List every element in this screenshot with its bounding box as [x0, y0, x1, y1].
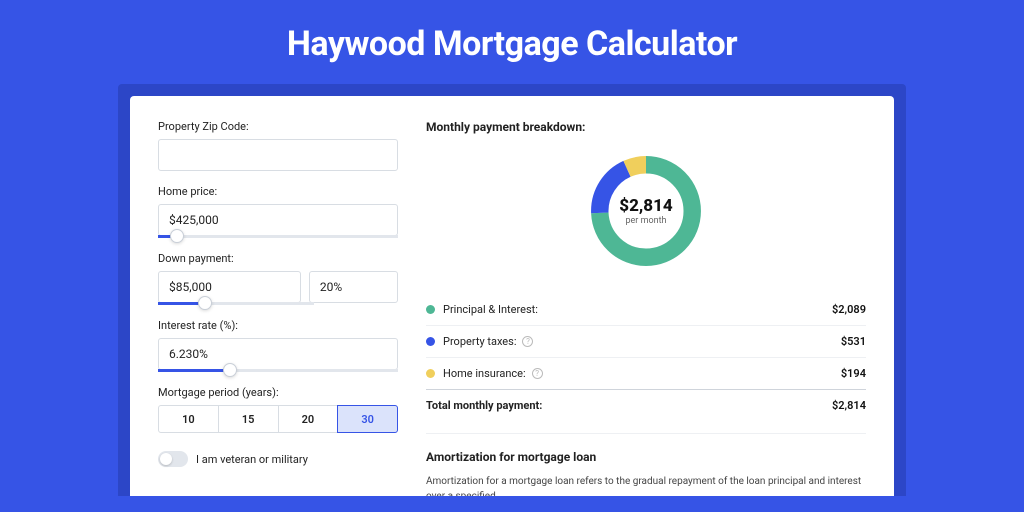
zip-group: Property Zip Code: [158, 120, 398, 171]
donut-chart: $2,814 per month [585, 150, 707, 272]
legend-row: Property taxes:? $531 [426, 325, 866, 357]
down-payment-group: Down payment: $85,000 20% [158, 252, 398, 305]
interest-input[interactable]: 6.230% [158, 338, 398, 370]
toggle-knob [160, 453, 172, 465]
legend-dot [426, 369, 435, 378]
period-label: Mortgage period (years): [158, 386, 398, 399]
donut-chart-wrap: $2,814 per month [426, 150, 866, 272]
slider-thumb[interactable] [198, 296, 212, 310]
total-value: $2,814 [832, 399, 866, 412]
breakdown-title: Monthly payment breakdown: [426, 120, 866, 134]
veteran-toggle-row: I am veteran or military [158, 451, 398, 467]
down-payment-input[interactable]: $85,000 [158, 271, 301, 303]
calculator-card-frame: Property Zip Code: Home price: $425,000 … [118, 84, 906, 496]
page-title: Haywood Mortgage Calculator [0, 0, 1024, 84]
legend-dot [426, 305, 435, 314]
legend-value: $194 [841, 367, 866, 380]
slider-thumb[interactable] [223, 363, 237, 377]
legend-dot [426, 337, 435, 346]
donut-center: $2,814 per month [585, 150, 707, 272]
home-price-slider[interactable] [158, 235, 398, 238]
calculator-card: Property Zip Code: Home price: $425,000 … [130, 96, 894, 496]
veteran-toggle[interactable] [158, 451, 188, 467]
legend-total-row: Total monthly payment: $2,814 [426, 389, 866, 421]
legend: Principal & Interest: $2,089 Property taxe… [426, 294, 866, 389]
period-option-30[interactable]: 30 [337, 405, 398, 433]
period-option-15[interactable]: 15 [218, 405, 279, 433]
breakdown-panel: Monthly payment breakdown: $2,814 per mo… [426, 120, 866, 496]
down-payment-label: Down payment: [158, 252, 398, 265]
period-option-20[interactable]: 20 [278, 405, 339, 433]
legend-label: Property taxes: [443, 335, 516, 348]
help-icon[interactable]: ? [522, 336, 533, 347]
down-payment-slider[interactable] [158, 302, 314, 305]
period-options: 10152030 [158, 405, 398, 433]
help-icon[interactable]: ? [532, 368, 543, 379]
amortization-title: Amortization for mortgage loan [426, 450, 866, 464]
home-price-group: Home price: $425,000 [158, 185, 398, 238]
home-price-input[interactable]: $425,000 [158, 204, 398, 236]
zip-input[interactable] [158, 139, 398, 171]
legend-label: Home insurance: [443, 367, 526, 380]
period-option-10[interactable]: 10 [158, 405, 219, 433]
total-label: Total monthly payment: [426, 399, 542, 412]
down-payment-pct-input[interactable]: 20% [309, 271, 398, 303]
legend-value: $531 [841, 335, 866, 348]
interest-label: Interest rate (%): [158, 319, 398, 332]
home-price-label: Home price: [158, 185, 398, 198]
zip-label: Property Zip Code: [158, 120, 398, 133]
input-panel: Property Zip Code: Home price: $425,000 … [158, 120, 398, 496]
amortization-text: Amortization for a mortgage loan refers … [426, 474, 866, 496]
slider-thumb[interactable] [170, 229, 184, 243]
donut-sublabel: per month [625, 216, 666, 226]
interest-group: Interest rate (%): 6.230% [158, 319, 398, 372]
interest-slider[interactable] [158, 369, 398, 372]
legend-value: $2,089 [832, 303, 866, 316]
period-group: Mortgage period (years): 10152030 [158, 386, 398, 433]
legend-label: Principal & Interest: [443, 303, 538, 316]
veteran-label: I am veteran or military [196, 453, 308, 466]
amortization-section: Amortization for mortgage loan Amortizat… [426, 433, 866, 496]
donut-amount: $2,814 [619, 196, 672, 216]
legend-row: Home insurance:? $194 [426, 357, 866, 389]
legend-row: Principal & Interest: $2,089 [426, 294, 866, 325]
